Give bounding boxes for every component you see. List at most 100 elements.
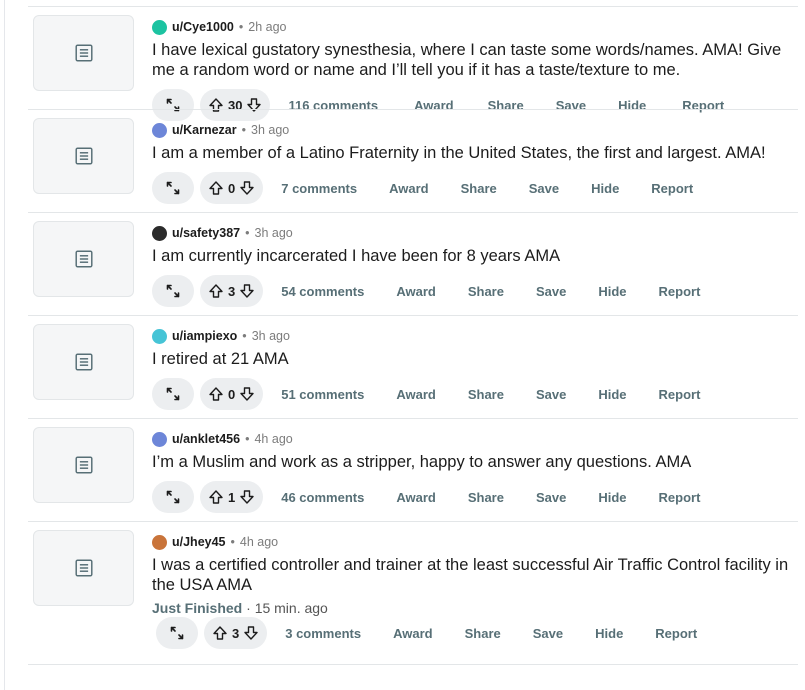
post-item[interactable]: u/Jhey45 • 4h ago I was a certified cont… [28, 521, 798, 665]
share-button[interactable]: Share [468, 284, 504, 299]
post-author[interactable]: u/Cye1000 [172, 20, 234, 34]
post-author[interactable]: u/Jhey45 [172, 535, 226, 549]
post-author[interactable]: u/safety387 [172, 226, 240, 240]
save-button[interactable]: Save [536, 284, 566, 299]
downvote-arrow-icon[interactable] [239, 283, 255, 299]
hide-button[interactable]: Hide [595, 626, 623, 641]
downvote-arrow-icon[interactable] [239, 489, 255, 505]
downvote-arrow-icon[interactable] [239, 180, 255, 196]
award-button[interactable]: Award [396, 284, 436, 299]
post-author[interactable]: u/anklet456 [172, 432, 240, 446]
save-button[interactable]: Save [533, 626, 563, 641]
text-post-icon [74, 147, 93, 165]
meta-separator: • [241, 123, 246, 137]
share-button[interactable]: Share [468, 387, 504, 402]
share-button[interactable]: Share [468, 490, 504, 505]
vote-count: 1 [228, 489, 236, 505]
expand-button[interactable] [152, 275, 194, 307]
post-title[interactable]: I’m a Muslim and work as a stripper, hap… [152, 452, 792, 472]
post-item[interactable]: u/anklet456 • 4h ago I’m a Muslim and wo… [28, 418, 798, 521]
post-title[interactable]: I retired at 21 AMA [152, 349, 792, 369]
post-thumbnail[interactable] [33, 15, 134, 91]
award-button[interactable]: Award [396, 387, 436, 402]
downvote-arrow-icon[interactable] [243, 625, 259, 641]
post-feed: u/Cye1000 • 2h ago I have lexical gustat… [28, 6, 798, 665]
upvote-arrow-icon[interactable] [208, 489, 224, 505]
comments-button[interactable]: 46 comments [281, 490, 364, 505]
report-button[interactable]: Report [651, 181, 693, 196]
comments-button[interactable]: 3 comments [285, 626, 361, 641]
user-avatar[interactable] [152, 431, 167, 447]
post-item[interactable]: u/iampiexo • 3h ago I retired at 21 AMA … [28, 315, 798, 418]
expand-button[interactable] [156, 617, 198, 649]
award-button[interactable]: Award [389, 181, 429, 196]
post-meta: u/Cye1000 • 2h ago [152, 19, 286, 35]
post-meta: u/anklet456 • 4h ago [152, 431, 293, 447]
post-item[interactable]: u/Cye1000 • 2h ago I have lexical gustat… [28, 6, 798, 121]
post-time: 3h ago [251, 329, 290, 343]
upvote-arrow-icon[interactable] [208, 180, 224, 196]
report-button[interactable]: Report [659, 387, 701, 402]
post-author[interactable]: u/Karnezar [172, 123, 237, 137]
report-button[interactable]: Report [659, 284, 701, 299]
vote-count: 3 [232, 625, 240, 641]
share-button[interactable]: Share [465, 626, 501, 641]
post-item[interactable]: u/Karnezar • 3h ago I am a member of a L… [28, 109, 798, 212]
upvote-arrow-icon[interactable] [208, 386, 224, 402]
vote-control: 0 [200, 172, 264, 204]
expand-button[interactable] [152, 378, 194, 410]
share-button[interactable]: Share [461, 181, 497, 196]
user-avatar[interactable] [152, 534, 167, 550]
text-post-icon [74, 44, 93, 62]
vote-count: 0 [228, 386, 236, 402]
post-actions: 0 51 comments Award Share Save Hide Repo… [152, 378, 700, 410]
post-thumbnail[interactable] [33, 118, 134, 194]
award-button[interactable]: Award [393, 626, 433, 641]
hide-button[interactable]: Hide [591, 181, 619, 196]
status-time: 15 min. ago [254, 600, 328, 616]
upvote-arrow-icon[interactable] [212, 625, 228, 641]
hide-button[interactable]: Hide [598, 284, 626, 299]
user-avatar[interactable] [152, 328, 167, 344]
expand-arrows-icon [166, 490, 180, 504]
post-thumbnail[interactable] [33, 427, 134, 503]
post-time: 3h ago [251, 123, 290, 137]
comments-button[interactable]: 54 comments [281, 284, 364, 299]
award-button[interactable]: Award [396, 490, 436, 505]
post-title[interactable]: I am a member of a Latino Fraternity in … [152, 143, 792, 163]
user-avatar[interactable] [152, 19, 167, 35]
post-time: 4h ago [239, 535, 279, 549]
post-time: 4h ago [254, 432, 293, 446]
downvote-arrow-icon[interactable] [239, 386, 255, 402]
vote-control: 1 [200, 481, 264, 513]
user-avatar[interactable] [152, 225, 167, 241]
post-title[interactable]: I was a certified controller and trainer… [152, 555, 792, 595]
hide-button[interactable]: Hide [598, 490, 626, 505]
comments-button[interactable]: 7 comments [281, 181, 357, 196]
post-meta: u/Jhey45 • 4h ago [152, 534, 278, 550]
post-item[interactable]: u/safety387 • 3h ago I am currently inca… [28, 212, 798, 315]
text-post-icon [74, 353, 93, 371]
report-button[interactable]: Report [655, 626, 697, 641]
comments-button[interactable]: 51 comments [281, 387, 364, 402]
expand-button[interactable] [152, 172, 194, 204]
post-thumbnail[interactable] [33, 530, 134, 606]
post-title[interactable]: I have lexical gustatory synesthesia, wh… [152, 40, 792, 80]
post-thumbnail[interactable] [33, 221, 134, 297]
report-button[interactable]: Report [659, 490, 701, 505]
save-button[interactable]: Save [536, 490, 566, 505]
expand-button[interactable] [152, 481, 194, 513]
vote-count: 3 [228, 283, 236, 299]
text-post-icon [74, 456, 93, 474]
save-button[interactable]: Save [529, 181, 559, 196]
user-avatar[interactable] [152, 122, 167, 138]
post-author[interactable]: u/iampiexo [172, 329, 237, 343]
expand-arrows-icon [170, 626, 184, 640]
post-title[interactable]: I am currently incarcerated I have been … [152, 246, 792, 266]
post-actions: 0 7 comments Award Share Save Hide Repor… [152, 172, 693, 204]
upvote-arrow-icon[interactable] [208, 283, 224, 299]
post-thumbnail[interactable] [33, 324, 134, 400]
hide-button[interactable]: Hide [598, 387, 626, 402]
save-button[interactable]: Save [536, 387, 566, 402]
post-meta: u/iampiexo • 3h ago [152, 328, 290, 344]
